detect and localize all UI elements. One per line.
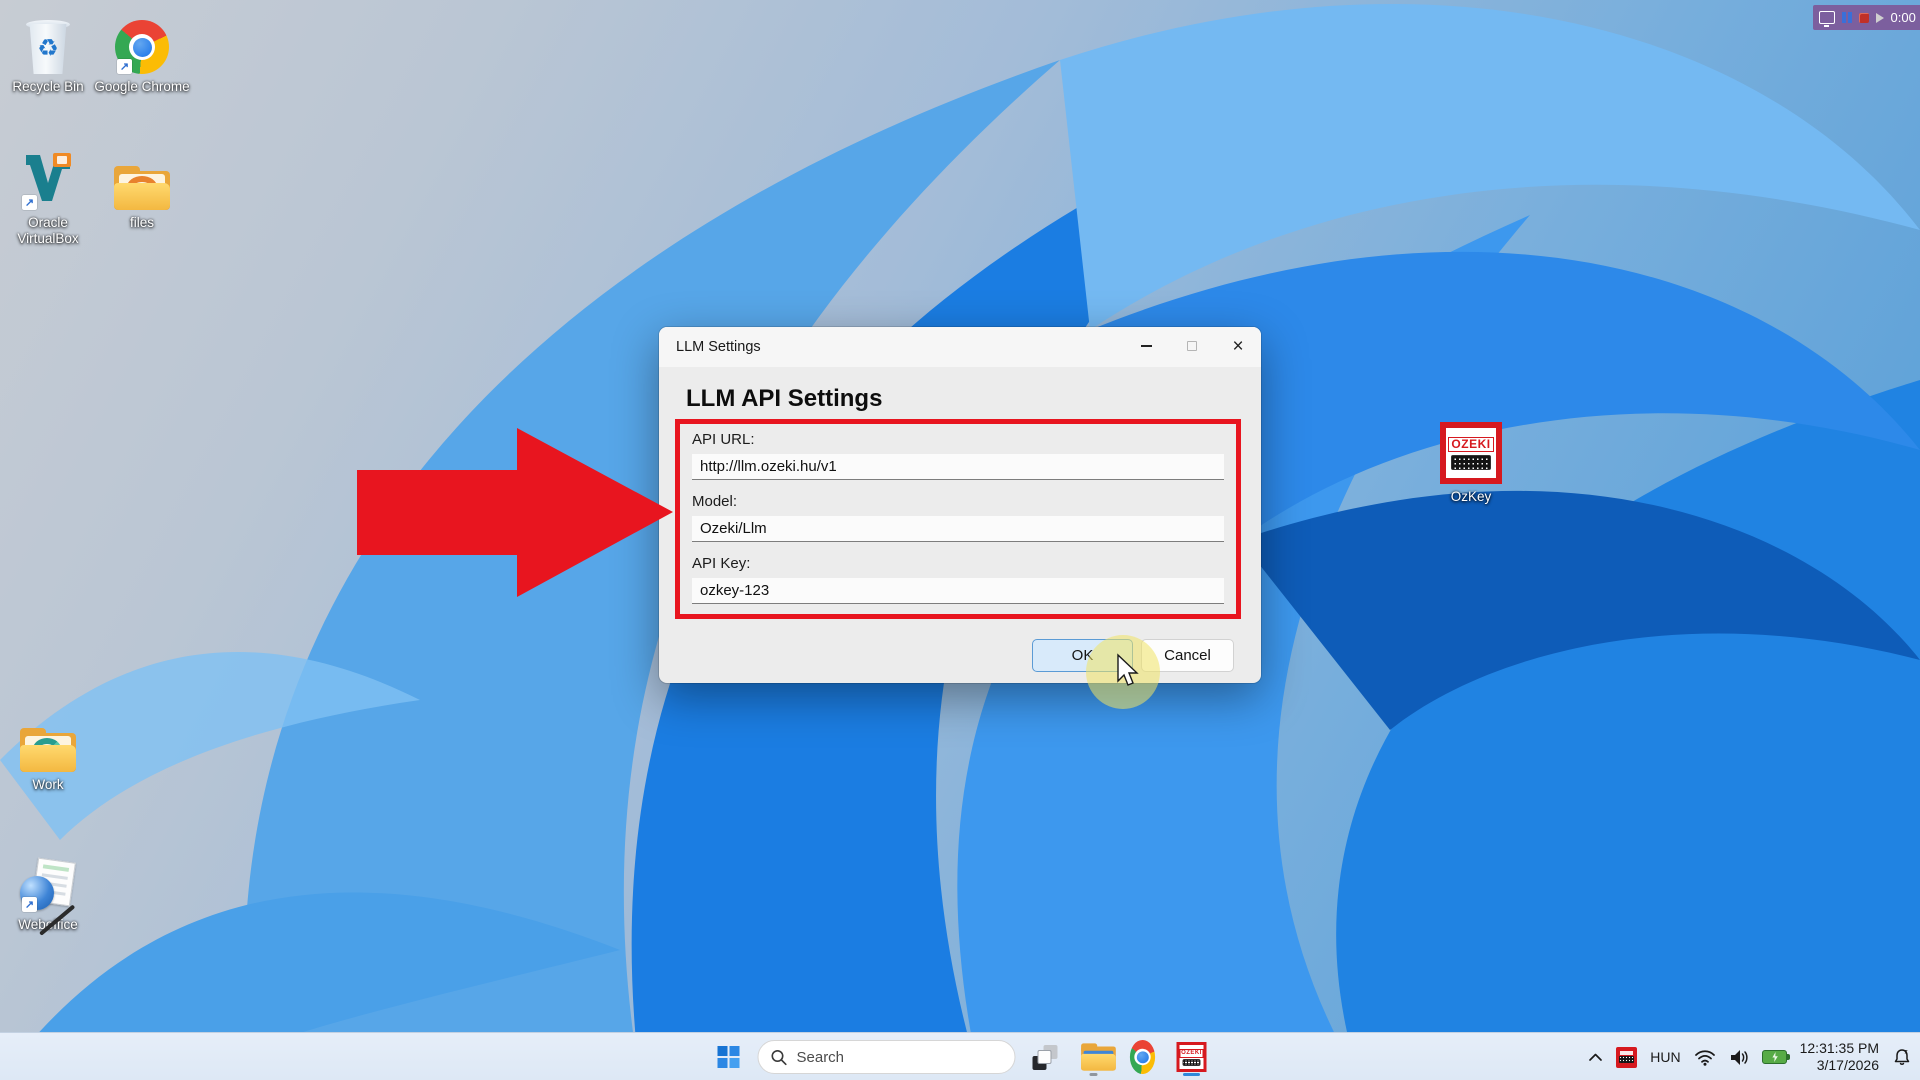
file-explorer-button[interactable] [1074, 1037, 1114, 1077]
file-explorer-icon [1081, 1043, 1106, 1070]
task-view-button[interactable] [1025, 1037, 1065, 1077]
tray-date: 3/17/2026 [1800, 1057, 1879, 1074]
search-icon [771, 1049, 788, 1066]
desktop-icon-label: Google Chrome [94, 79, 189, 95]
recorder-monitor-icon [1819, 11, 1835, 24]
model-label: Model: [692, 492, 1224, 512]
recorder-pause-button[interactable] [1842, 12, 1852, 23]
minimize-button[interactable] [1123, 327, 1169, 365]
desktop: ♻ Recycle Bin ↗ Google Chrome ↗ Oracle V… [0, 0, 1920, 1080]
titlebar[interactable]: LLM Settings × [659, 327, 1261, 367]
maximize-icon [1187, 341, 1197, 351]
api-key-label: API Key: [692, 554, 1224, 574]
recorder-stop-button[interactable] [1859, 13, 1869, 23]
desktop-icon-ozkey[interactable]: OZEKI OzKey [1423, 424, 1519, 505]
desktop-icon-label: Oracle VirtualBox [0, 215, 96, 247]
desktop-icon-label: files [130, 215, 154, 231]
dialog-heading: LLM API Settings [686, 385, 882, 413]
wifi-icon[interactable] [1694, 1049, 1716, 1066]
taskbar: OZEKI HUN [0, 1032, 1920, 1080]
shortcut-arrow-icon: ↗ [117, 59, 132, 74]
desktop-icon-weboffice[interactable]: ↗ Weboffice [0, 852, 96, 933]
desktop-icon-work[interactable]: Work [0, 712, 96, 793]
desktop-icon-label: Recycle Bin [12, 79, 83, 95]
ozkey-tray-icon[interactable] [1616, 1047, 1637, 1068]
ozkey-icon: OZEKI [1440, 422, 1502, 484]
system-tray: HUN 12:31:35 PM [1588, 1033, 1912, 1080]
cancel-button[interactable]: Cancel [1141, 639, 1234, 672]
keyboard-glyph [1451, 455, 1491, 470]
folder-icon [114, 166, 170, 210]
folder-icon [20, 728, 76, 772]
desktop-icon-files[interactable]: files [94, 150, 190, 231]
desktop-icon-label: OzKey [1451, 489, 1492, 505]
annotation-red-box: API URL: Model: API Key: [675, 419, 1241, 619]
tray-chevron-up-icon[interactable] [1588, 1052, 1603, 1063]
shortcut-arrow-icon: ↗ [22, 195, 37, 210]
chrome-taskbar-button[interactable] [1123, 1037, 1163, 1077]
model-input[interactable] [692, 516, 1224, 542]
close-icon: × [1232, 337, 1243, 356]
start-button[interactable] [709, 1037, 749, 1077]
active-window-indicator [1183, 1073, 1200, 1076]
maximize-button[interactable] [1169, 327, 1215, 365]
field-model: Model: [692, 492, 1224, 542]
api-url-input[interactable] [692, 454, 1224, 480]
recorder-timer: 0:00 [1891, 10, 1916, 25]
tray-time: 12:31:35 PM [1800, 1040, 1879, 1057]
speaker-icon[interactable] [1729, 1049, 1749, 1066]
task-view-icon [1032, 1045, 1057, 1070]
screen-recorder-widget: 0:00 [1813, 5, 1920, 30]
api-url-label: API URL: [692, 430, 1224, 450]
field-api-url: API URL: [692, 430, 1224, 480]
desktop-icon-google-chrome[interactable]: ↗ Google Chrome [94, 14, 190, 95]
desktop-icon-label: Work [32, 777, 63, 793]
close-button[interactable]: × [1215, 327, 1261, 365]
recycle-bin-icon: ♻ [25, 18, 71, 74]
ozkey-taskbar-button[interactable]: OZEKI [1172, 1037, 1212, 1077]
ok-button[interactable]: OK [1032, 639, 1133, 672]
window-title: LLM Settings [676, 339, 761, 355]
running-indicator [1090, 1073, 1098, 1076]
recorder-play-button[interactable] [1876, 13, 1884, 23]
desktop-icon-recycle-bin[interactable]: ♻ Recycle Bin [0, 14, 96, 95]
tray-clock[interactable]: 12:31:35 PM 3/17/2026 [1800, 1040, 1879, 1074]
ozkey-icon: OZEKI [1177, 1042, 1207, 1072]
battery-icon[interactable] [1762, 1050, 1787, 1064]
shortcut-arrow-icon: ↗ [22, 897, 37, 912]
language-indicator[interactable]: HUN [1650, 1049, 1680, 1065]
minimize-icon [1141, 345, 1152, 346]
taskbar-search[interactable] [758, 1040, 1016, 1074]
chrome-icon [1130, 1040, 1155, 1074]
api-key-input[interactable] [692, 578, 1224, 604]
field-api-key: API Key: [692, 554, 1224, 604]
windows-logo-icon [718, 1046, 740, 1068]
notification-bell-icon[interactable]: z [1892, 1047, 1912, 1067]
desktop-icon-oracle-virtualbox[interactable]: ↗ Oracle VirtualBox [0, 150, 96, 247]
svg-text:z: z [1905, 1049, 1908, 1056]
search-input[interactable] [797, 1049, 987, 1066]
llm-settings-window: LLM Settings × LLM API Settings API URL:… [659, 327, 1261, 683]
